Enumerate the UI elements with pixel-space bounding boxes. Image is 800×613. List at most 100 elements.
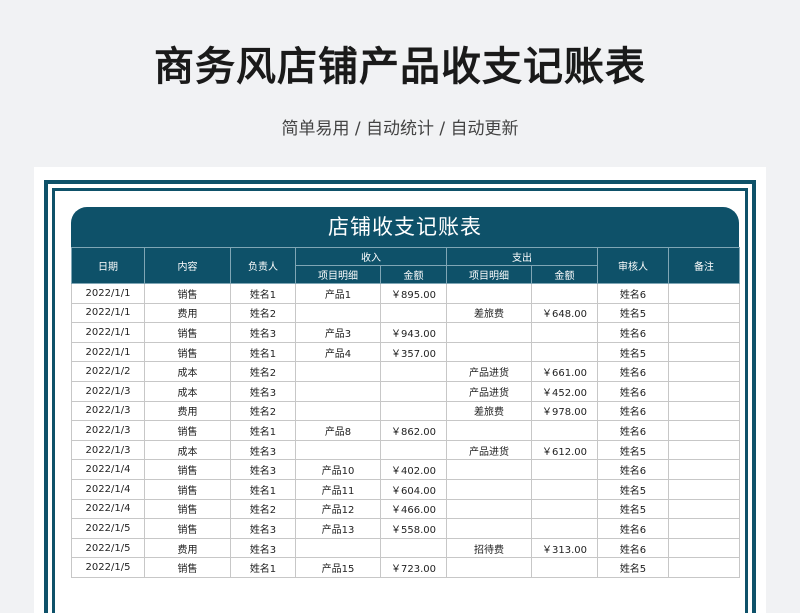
cell-date[interactable]: 2022/1/4 [71,459,145,480]
cell-date[interactable]: 2022/1/1 [71,283,145,304]
cell-expense-amount[interactable] [531,518,598,539]
cell-content[interactable]: 销售 [144,478,231,500]
cell-note[interactable] [668,420,740,441]
cell-expense-amount[interactable] [531,478,598,500]
header-expense[interactable]: 支出 [446,247,598,266]
cell-owner[interactable]: 姓名1 [230,557,296,578]
cell-income-amount[interactable] [380,302,447,324]
cell-expense-amount[interactable]: ￥978.00 [531,400,598,422]
cell-note[interactable] [668,400,740,422]
cell-note[interactable] [668,283,740,304]
cell-expense-item[interactable]: 差旅费 [446,400,532,422]
cell-note[interactable] [668,439,740,461]
cell-expense-item[interactable] [446,557,532,578]
cell-expense-amount[interactable]: ￥313.00 [531,537,598,559]
cell-content[interactable]: 销售 [144,283,231,304]
cell-note[interactable] [668,498,740,520]
cell-income-amount[interactable]: ￥604.00 [380,478,447,500]
cell-content[interactable]: 成本 [144,380,231,402]
cell-income-amount[interactable]: ￥466.00 [380,498,447,520]
cell-reviewer[interactable]: 姓名6 [597,518,669,539]
header-income-item[interactable]: 项目明细 [295,265,381,284]
cell-income-amount[interactable]: ￥862.00 [380,420,447,441]
cell-expense-item[interactable] [446,283,532,304]
header-reviewer[interactable]: 审核人 [597,247,669,284]
cell-expense-item[interactable] [446,518,532,539]
cell-note[interactable] [668,537,740,559]
cell-expense-amount[interactable] [531,498,598,520]
cell-income-amount[interactable]: ￥357.00 [380,341,447,363]
cell-income-amount[interactable]: ￥943.00 [380,322,447,343]
header-note[interactable]: 备注 [668,247,740,284]
cell-reviewer[interactable]: 姓名5 [597,478,669,500]
cell-expense-amount[interactable] [531,420,598,441]
cell-income-item[interactable] [295,380,381,402]
cell-expense-amount[interactable]: ￥661.00 [531,361,598,382]
cell-income-amount[interactable] [380,439,447,461]
cell-reviewer[interactable]: 姓名6 [597,283,669,304]
cell-expense-amount[interactable] [531,283,598,304]
cell-note[interactable] [668,302,740,324]
cell-date[interactable]: 2022/1/3 [71,380,145,402]
cell-expense-amount[interactable] [531,459,598,480]
cell-income-amount[interactable]: ￥723.00 [380,557,447,578]
cell-income-item[interactable]: 产品3 [295,322,381,343]
cell-income-amount[interactable] [380,380,447,402]
cell-owner[interactable]: 姓名1 [230,341,296,363]
cell-expense-item[interactable] [446,478,532,500]
header-income-amount[interactable]: 金额 [380,265,447,284]
cell-income-amount[interactable] [380,400,447,422]
cell-date[interactable]: 2022/1/1 [71,341,145,363]
cell-owner[interactable]: 姓名3 [230,518,296,539]
cell-expense-item[interactable]: 产品进货 [446,380,532,402]
cell-content[interactable]: 销售 [144,420,231,441]
cell-date[interactable]: 2022/1/5 [71,518,145,539]
cell-income-item[interactable] [295,400,381,422]
cell-owner[interactable]: 姓名1 [230,283,296,304]
cell-date[interactable]: 2022/1/4 [71,478,145,500]
cell-note[interactable] [668,518,740,539]
cell-note[interactable] [668,341,740,363]
cell-owner[interactable]: 姓名1 [230,420,296,441]
cell-content[interactable]: 销售 [144,518,231,539]
cell-income-item[interactable]: 产品4 [295,341,381,363]
cell-owner[interactable]: 姓名3 [230,459,296,480]
cell-income-item[interactable] [295,537,381,559]
cell-expense-amount[interactable]: ￥452.00 [531,380,598,402]
cell-income-amount[interactable] [380,361,447,382]
cell-expense-item[interactable]: 差旅费 [446,302,532,324]
cell-note[interactable] [668,322,740,343]
cell-reviewer[interactable]: 姓名6 [597,361,669,382]
cell-owner[interactable]: 姓名2 [230,361,296,382]
cell-expense-item[interactable] [446,341,532,363]
cell-owner[interactable]: 姓名3 [230,380,296,402]
cell-expense-amount[interactable] [531,322,598,343]
cell-income-item[interactable]: 产品12 [295,498,381,520]
cell-income-item[interactable] [295,302,381,324]
cell-expense-amount[interactable] [531,557,598,578]
cell-date[interactable]: 2022/1/1 [71,302,145,324]
cell-reviewer[interactable]: 姓名6 [597,380,669,402]
cell-expense-item[interactable] [446,498,532,520]
cell-reviewer[interactable]: 姓名6 [597,322,669,343]
cell-note[interactable] [668,380,740,402]
header-date[interactable]: 日期 [71,247,145,284]
cell-expense-item[interactable]: 产品进货 [446,439,532,461]
cell-reviewer[interactable]: 姓名5 [597,302,669,324]
cell-income-amount[interactable]: ￥895.00 [380,283,447,304]
cell-content[interactable]: 成本 [144,361,231,382]
cell-content[interactable]: 费用 [144,302,231,324]
cell-date[interactable]: 2022/1/3 [71,439,145,461]
cell-content[interactable]: 销售 [144,341,231,363]
cell-income-item[interactable]: 产品13 [295,518,381,539]
cell-date[interactable]: 2022/1/3 [71,400,145,422]
cell-expense-item[interactable] [446,420,532,441]
cell-date[interactable]: 2022/1/5 [71,537,145,559]
cell-note[interactable] [668,557,740,578]
cell-income-item[interactable]: 产品1 [295,283,381,304]
cell-date[interactable]: 2022/1/1 [71,322,145,343]
cell-expense-amount[interactable]: ￥612.00 [531,439,598,461]
cell-owner[interactable]: 姓名1 [230,478,296,500]
cell-date[interactable]: 2022/1/2 [71,361,145,382]
cell-content[interactable]: 成本 [144,439,231,461]
